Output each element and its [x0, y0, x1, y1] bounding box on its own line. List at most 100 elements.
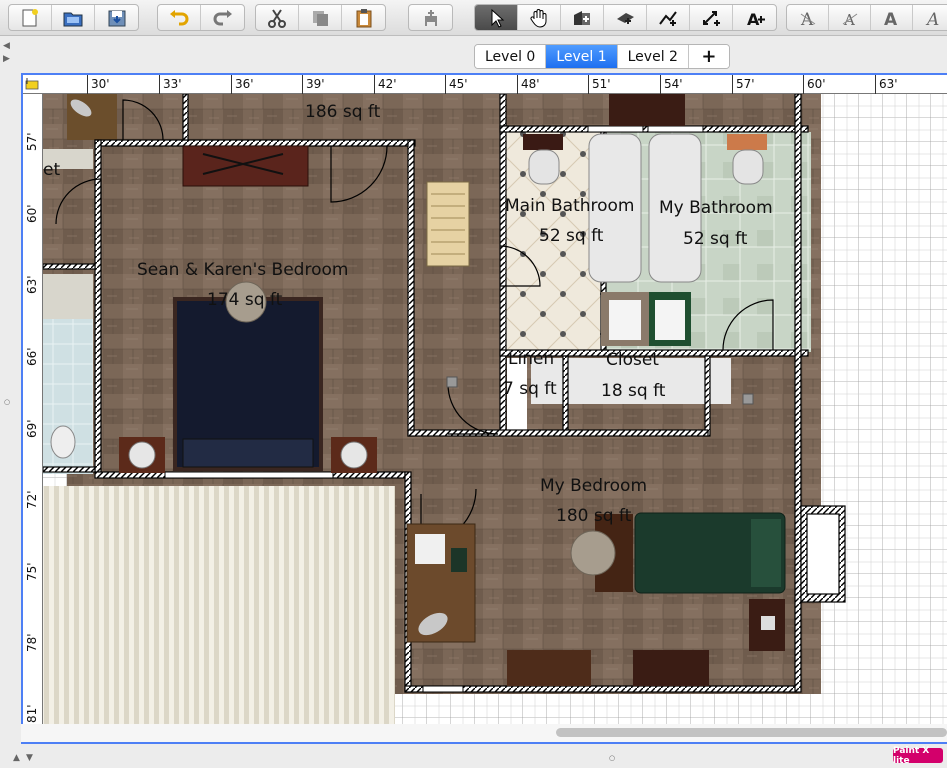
room-area-closet: 18 sq ft [601, 381, 666, 401]
italic-icon: A [925, 10, 939, 28]
select-mode-button[interactable] [475, 5, 518, 30]
add-text-button[interactable]: A [733, 5, 776, 30]
ruler-tick: 81' [25, 704, 39, 723]
add-level-button[interactable]: + [688, 45, 729, 68]
room-name-sean-karen-bedroom: Sean & Karen's Bedroom [137, 260, 349, 280]
room-area-sean-karen-bedroom: 174 sq ft [207, 290, 283, 310]
create-dimensions-button[interactable] [690, 5, 733, 30]
left-counter-2 [43, 274, 93, 319]
new-file-icon [22, 8, 38, 26]
increase-text-icon: A [800, 10, 815, 28]
add-furniture-button[interactable] [409, 5, 452, 30]
redo-icon [213, 9, 232, 25]
expand-right-arrow-icon[interactable]: ▶ [3, 54, 10, 64]
floor-plan-drawing [43, 94, 947, 742]
hand-icon [530, 8, 547, 28]
ruler-tick: 78' [25, 633, 39, 652]
ruler-tick: 33' [159, 75, 182, 94]
collapse-left-arrow-icon[interactable]: ◀ [3, 41, 10, 51]
bold-text-button[interactable]: A [871, 5, 913, 30]
room-area-my-bedroom: 180 sq ft [556, 506, 632, 526]
room-name-closet: Closet [606, 350, 659, 370]
save-file-button[interactable] [95, 5, 138, 30]
increase-text-size-button[interactable]: A [787, 5, 829, 30]
ruler-tick: 72' [25, 490, 39, 509]
ruler-tick: 48' [517, 75, 540, 94]
bottom-bar: ▲ ▼ ○ [0, 746, 947, 768]
horizontal-scrollbar[interactable] [21, 724, 947, 742]
tab-level-2[interactable]: Level 2 [617, 45, 689, 68]
collapse-up-arrow-icon[interactable]: ▲ [13, 753, 20, 763]
ruler-tick: 57' [732, 75, 755, 94]
room-name-left: et [43, 160, 61, 180]
copy-icon [313, 10, 328, 26]
decrease-text-size-button[interactable]: A [829, 5, 871, 30]
paste-button[interactable] [342, 5, 385, 30]
ruler-tick: 66' [25, 347, 39, 366]
floor-plan-canvas[interactable]: 186 sq ft et Sean & Karen's Bedroom 174 … [43, 94, 947, 742]
deck-floor [43, 486, 395, 742]
horizontal-ruler: 30' 33' 36' 39' 42' 45' 48' 51' 54' 57' … [23, 75, 947, 94]
ruler-tick: 36' [231, 75, 254, 94]
level-tabs: Level 0 Level 1 Level 2 + [474, 44, 730, 69]
cut-button[interactable] [256, 5, 299, 30]
scissors-icon [268, 8, 286, 28]
furniture-toolbar-group [408, 4, 453, 31]
split-handle-icon[interactable]: ○ [4, 398, 10, 406]
redo-button[interactable] [201, 5, 244, 30]
ruler-tick: 39' [302, 75, 325, 94]
left-side-strip: ◀ ▶ ○ [0, 36, 20, 768]
ruler-tick: 54' [660, 75, 683, 94]
room-area-linen: 7 sq ft [503, 379, 557, 399]
tab-level-1[interactable]: Level 1 [546, 45, 618, 68]
paint-x-lite-badge: Paint X lite [893, 746, 943, 766]
undo-button[interactable] [158, 5, 201, 30]
create-walls-button[interactable] [561, 5, 604, 30]
plan-view[interactable]: 30' 33' 36' 39' 42' 45' 48' 51' 54' 57' … [21, 73, 947, 744]
svg-text:A: A [800, 10, 814, 28]
room-name-linen: Linen [508, 349, 555, 369]
save-icon [108, 10, 125, 26]
room-name-main-bathroom: Main Bathroom [505, 196, 635, 216]
split-handle-bottom-icon[interactable]: ○ [609, 754, 615, 762]
arrow-pointer-icon [491, 8, 505, 28]
folder-open-icon [63, 12, 83, 26]
ruler-corner-icon [25, 78, 39, 90]
create-polylines-button[interactable] [647, 5, 690, 30]
ruler-tick: 42' [374, 75, 397, 94]
ruler-tick: 51' [588, 75, 611, 94]
horizontal-scrollbar-thumb[interactable] [556, 728, 947, 737]
add-furniture-icon [424, 9, 437, 26]
open-file-button[interactable] [52, 5, 95, 30]
ruler-tick: 63' [25, 275, 39, 294]
polyline-plus-icon [659, 10, 677, 26]
room-plus-icon [617, 12, 634, 24]
room-name-my-bedroom: My Bedroom [540, 476, 648, 496]
ruler-tick: 30' [87, 75, 110, 94]
svg-text:A: A [884, 10, 898, 28]
copy-button[interactable] [299, 5, 342, 30]
new-file-button[interactable] [9, 5, 52, 30]
text-style-toolbar-group: A A A A [786, 4, 947, 31]
tab-level-0[interactable]: Level 0 [475, 45, 547, 68]
ruler-tick: 60' [803, 75, 826, 94]
ruler-tick: 60' [25, 204, 39, 223]
decrease-text-icon: A [842, 11, 857, 28]
history-toolbar-group [157, 4, 245, 31]
main-toolbar: A A A A A [0, 0, 947, 36]
mode-toolbar-group: A [474, 4, 777, 31]
text-plus-icon: A [747, 10, 765, 28]
room-name-my-bathroom: My Bathroom [659, 198, 773, 218]
undo-icon [170, 9, 189, 25]
clipboard-icon [356, 8, 371, 27]
dimension-plus-icon [703, 10, 720, 26]
italic-text-button[interactable]: A [913, 5, 947, 30]
expand-down-arrow-icon[interactable]: ▼ [26, 753, 33, 763]
create-rooms-button[interactable] [604, 5, 647, 30]
svg-text:A: A [925, 10, 939, 28]
room-area-main-bathroom: 52 sq ft [539, 226, 604, 246]
room-area-upper-hall: 186 sq ft [305, 102, 381, 122]
ruler-tick: 75' [25, 562, 39, 581]
pan-mode-button[interactable] [518, 5, 561, 30]
file-toolbar-group [8, 4, 139, 31]
